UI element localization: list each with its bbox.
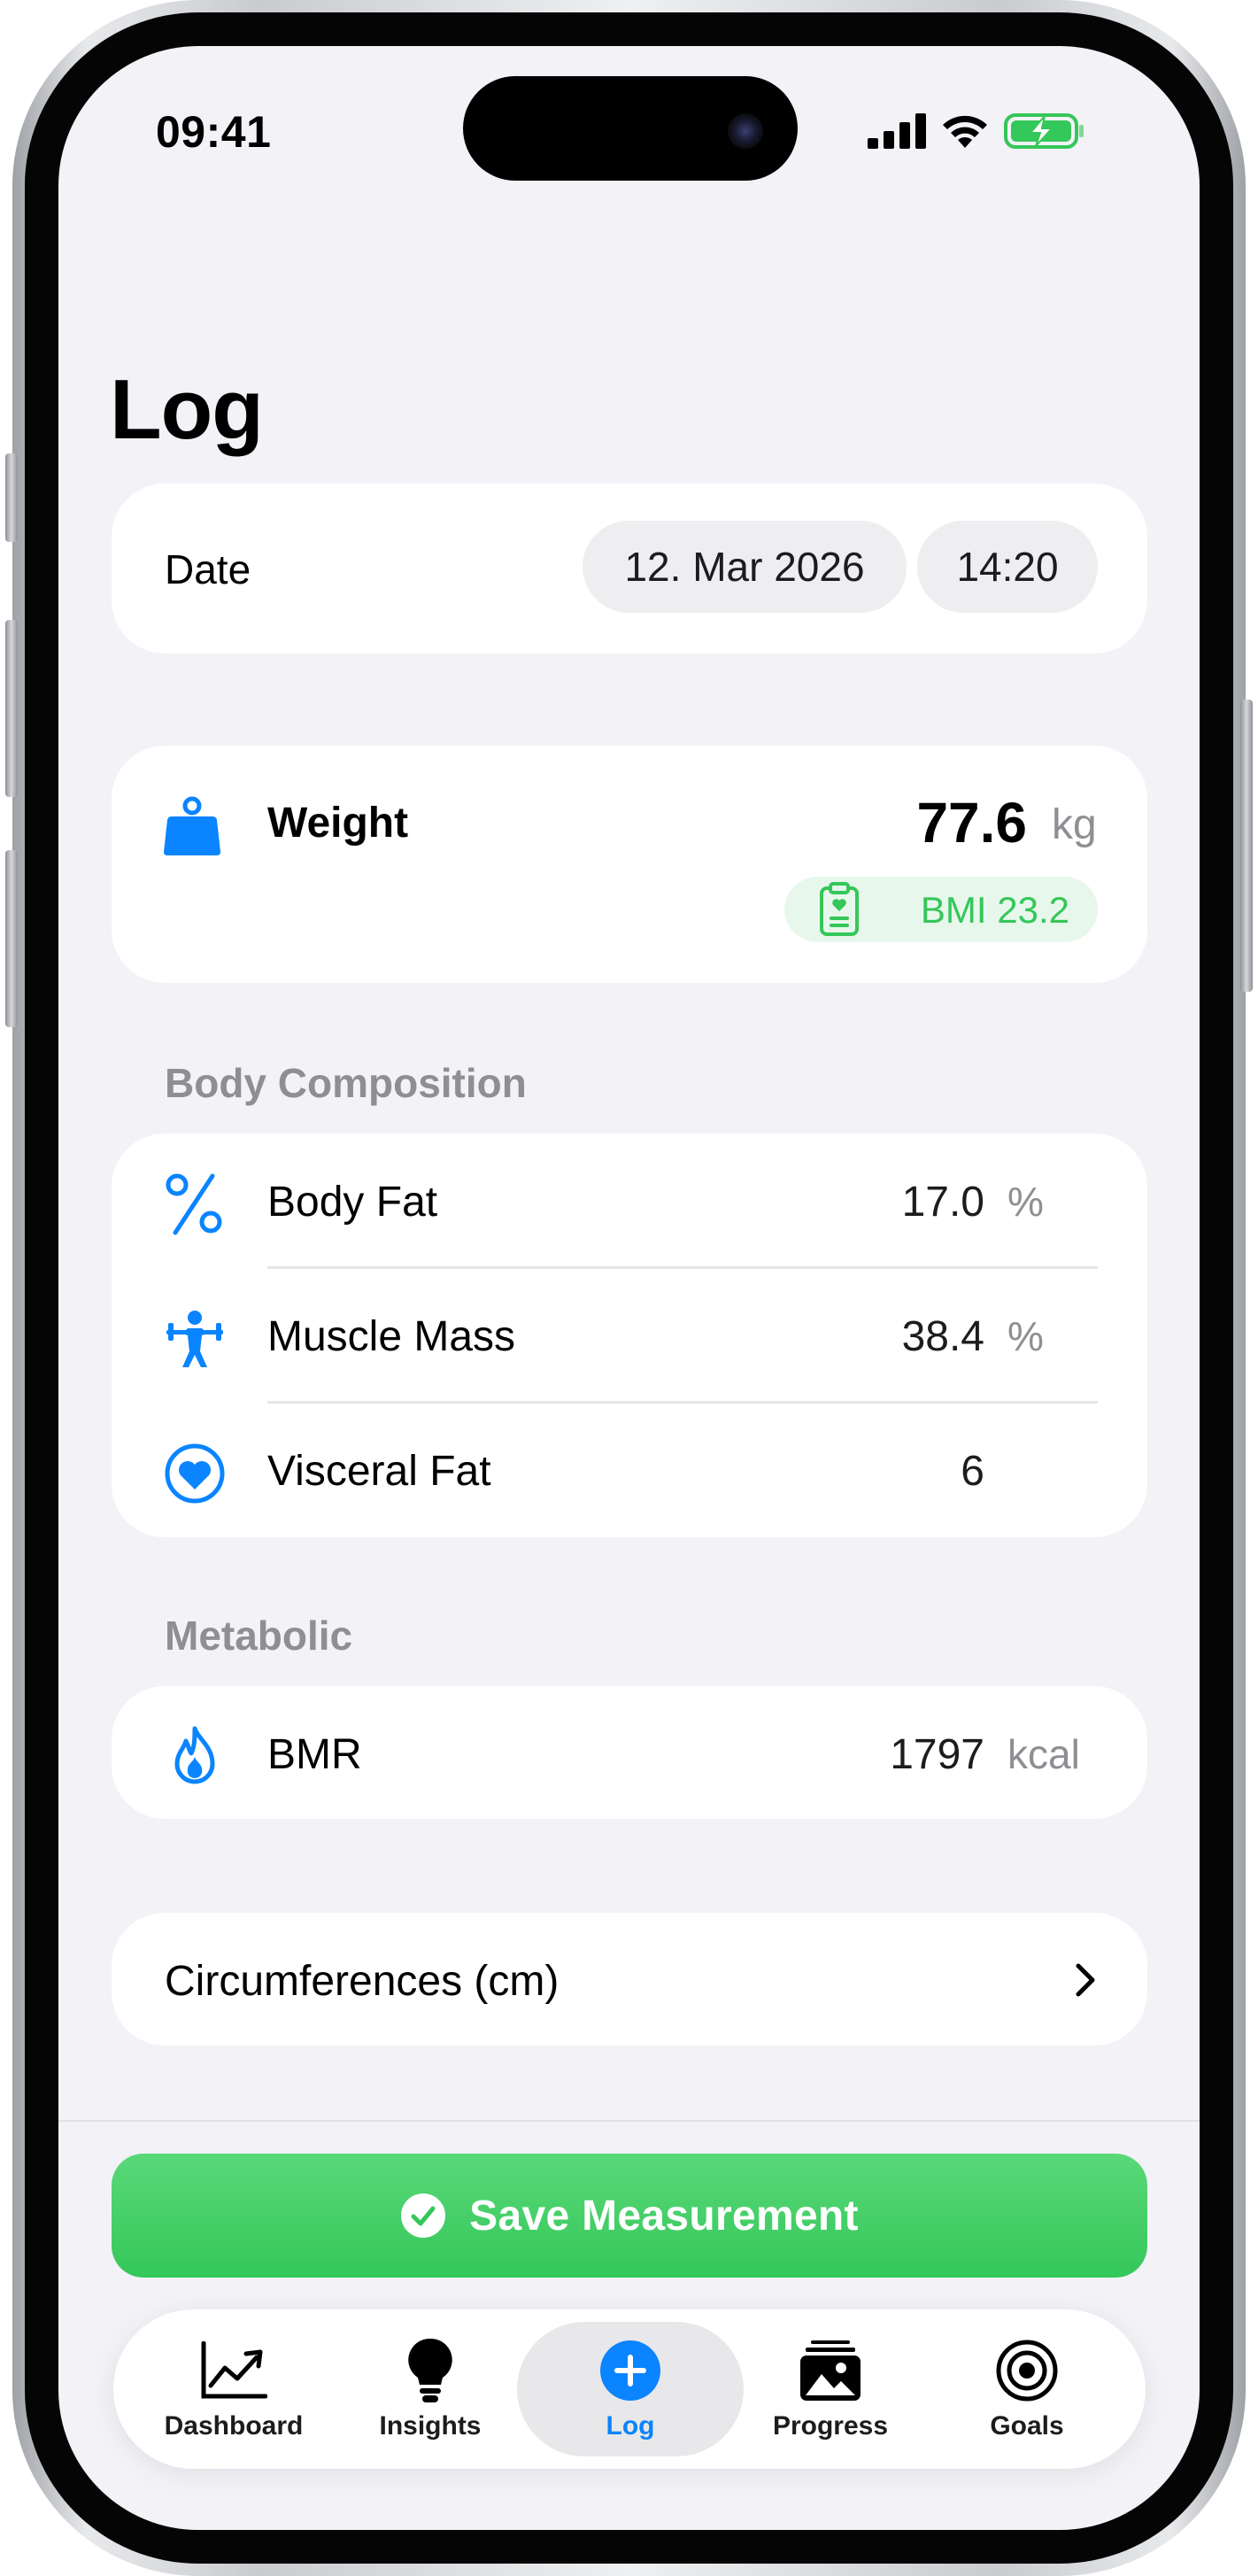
body-fat-label: Body Fat: [267, 1179, 438, 1226]
body-fat-row[interactable]: Body Fat 17.0 %: [112, 1133, 1147, 1268]
bottom-separator: [58, 2120, 1200, 2122]
date-label: Date: [165, 546, 251, 592]
clipboard-heart-icon: [820, 882, 859, 936]
section-header-body-composition: Body Composition: [165, 1060, 527, 1106]
bmr-label: BMR: [267, 1731, 362, 1778]
weightlifter-icon: [166, 1311, 223, 1367]
save-button-label: Save Measurement: [469, 2192, 859, 2239]
wifi-icon: [943, 115, 987, 148]
tab-log[interactable]: Log: [545, 2309, 715, 2469]
volume-down-button: [5, 850, 18, 1027]
target-icon: [996, 2340, 1058, 2402]
body-composition-card: Body Fat 17.0 % Muscle Mass 38.4 % Visce…: [112, 1133, 1147, 1537]
tab-label: Log: [606, 2411, 655, 2441]
tab-dashboard[interactable]: Dashboard: [149, 2309, 319, 2469]
bmr-unit: kcal: [1007, 1731, 1080, 1777]
weight-icon: [164, 796, 220, 855]
bmi-badge: BMI 23.2: [784, 877, 1098, 942]
time-picker-button[interactable]: 14:20: [917, 521, 1098, 613]
action-button: [5, 453, 18, 542]
visceral-fat-label: Visceral Fat: [267, 1448, 491, 1495]
volume-up-button: [5, 620, 18, 797]
percent-icon: [166, 1173, 222, 1235]
heart-circle-icon: [165, 1443, 225, 1504]
lightbulb-icon: [408, 2338, 452, 2402]
tab-insights[interactable]: Insights: [345, 2309, 515, 2469]
status-time: 09:41: [156, 107, 272, 157]
muscle-mass-label: Muscle Mass: [267, 1313, 516, 1360]
tab-label: Goals: [990, 2411, 1064, 2441]
tab-progress[interactable]: Progress: [745, 2309, 915, 2469]
plus-circle-icon: [600, 2340, 660, 2401]
muscle-mass-unit: %: [1007, 1313, 1044, 1359]
power-button: [1240, 700, 1253, 992]
chevron-right-icon: [1076, 1963, 1095, 1997]
metabolic-card: BMR 1797 kcal: [112, 1686, 1147, 1819]
date-picker-button[interactable]: 12. Mar 2026: [583, 521, 907, 613]
page-title: Log: [110, 362, 264, 457]
muscle-mass-row[interactable]: Muscle Mass 38.4 %: [112, 1268, 1147, 1403]
weight-unit: kg: [1052, 801, 1097, 848]
tab-label: Insights: [379, 2411, 482, 2441]
weight-card[interactable]: Weight 77.6 kg BMI 23.2: [112, 746, 1147, 983]
circumferences-label: Circumferences (cm): [165, 1958, 560, 2005]
visceral-fat-value[interactable]: 6: [961, 1447, 984, 1496]
circumferences-row[interactable]: Circumferences (cm): [112, 1913, 1147, 2046]
chart-line-icon: [201, 2341, 267, 2399]
tab-goals[interactable]: Goals: [942, 2309, 1112, 2469]
checkmark-circle-icon: [401, 2193, 446, 2238]
tab-label: Progress: [772, 2411, 889, 2441]
save-measurement-button[interactable]: Save Measurement: [112, 2154, 1147, 2278]
body-fat-value[interactable]: 17.0: [902, 1178, 984, 1226]
tab-label: Dashboard: [164, 2411, 304, 2441]
bmr-row[interactable]: BMR 1797 kcal: [112, 1686, 1147, 1819]
battery-charging-icon: [1004, 113, 1084, 149]
date-card: Date 12. Mar 2026 14:20: [112, 483, 1147, 654]
cellular-signal-icon: [868, 113, 926, 149]
weight-label: Weight: [267, 800, 409, 847]
photo-stack-icon: [800, 2340, 861, 2401]
bmi-text: BMI 23.2: [920, 889, 1069, 931]
status-icons: [868, 112, 1085, 151]
bmr-value[interactable]: 1797: [890, 1730, 984, 1779]
flame-icon: [174, 1726, 215, 1784]
section-header-metabolic: Metabolic: [165, 1613, 353, 1659]
body-fat-unit: %: [1007, 1179, 1044, 1225]
weight-value: 77.6: [916, 791, 1027, 855]
muscle-mass-value[interactable]: 38.4: [902, 1312, 984, 1361]
front-camera: [728, 113, 763, 149]
visceral-fat-row[interactable]: Visceral Fat 6: [112, 1403, 1147, 1537]
tab-bar: Dashboard Insights Log Progress Goals: [113, 2309, 1146, 2469]
